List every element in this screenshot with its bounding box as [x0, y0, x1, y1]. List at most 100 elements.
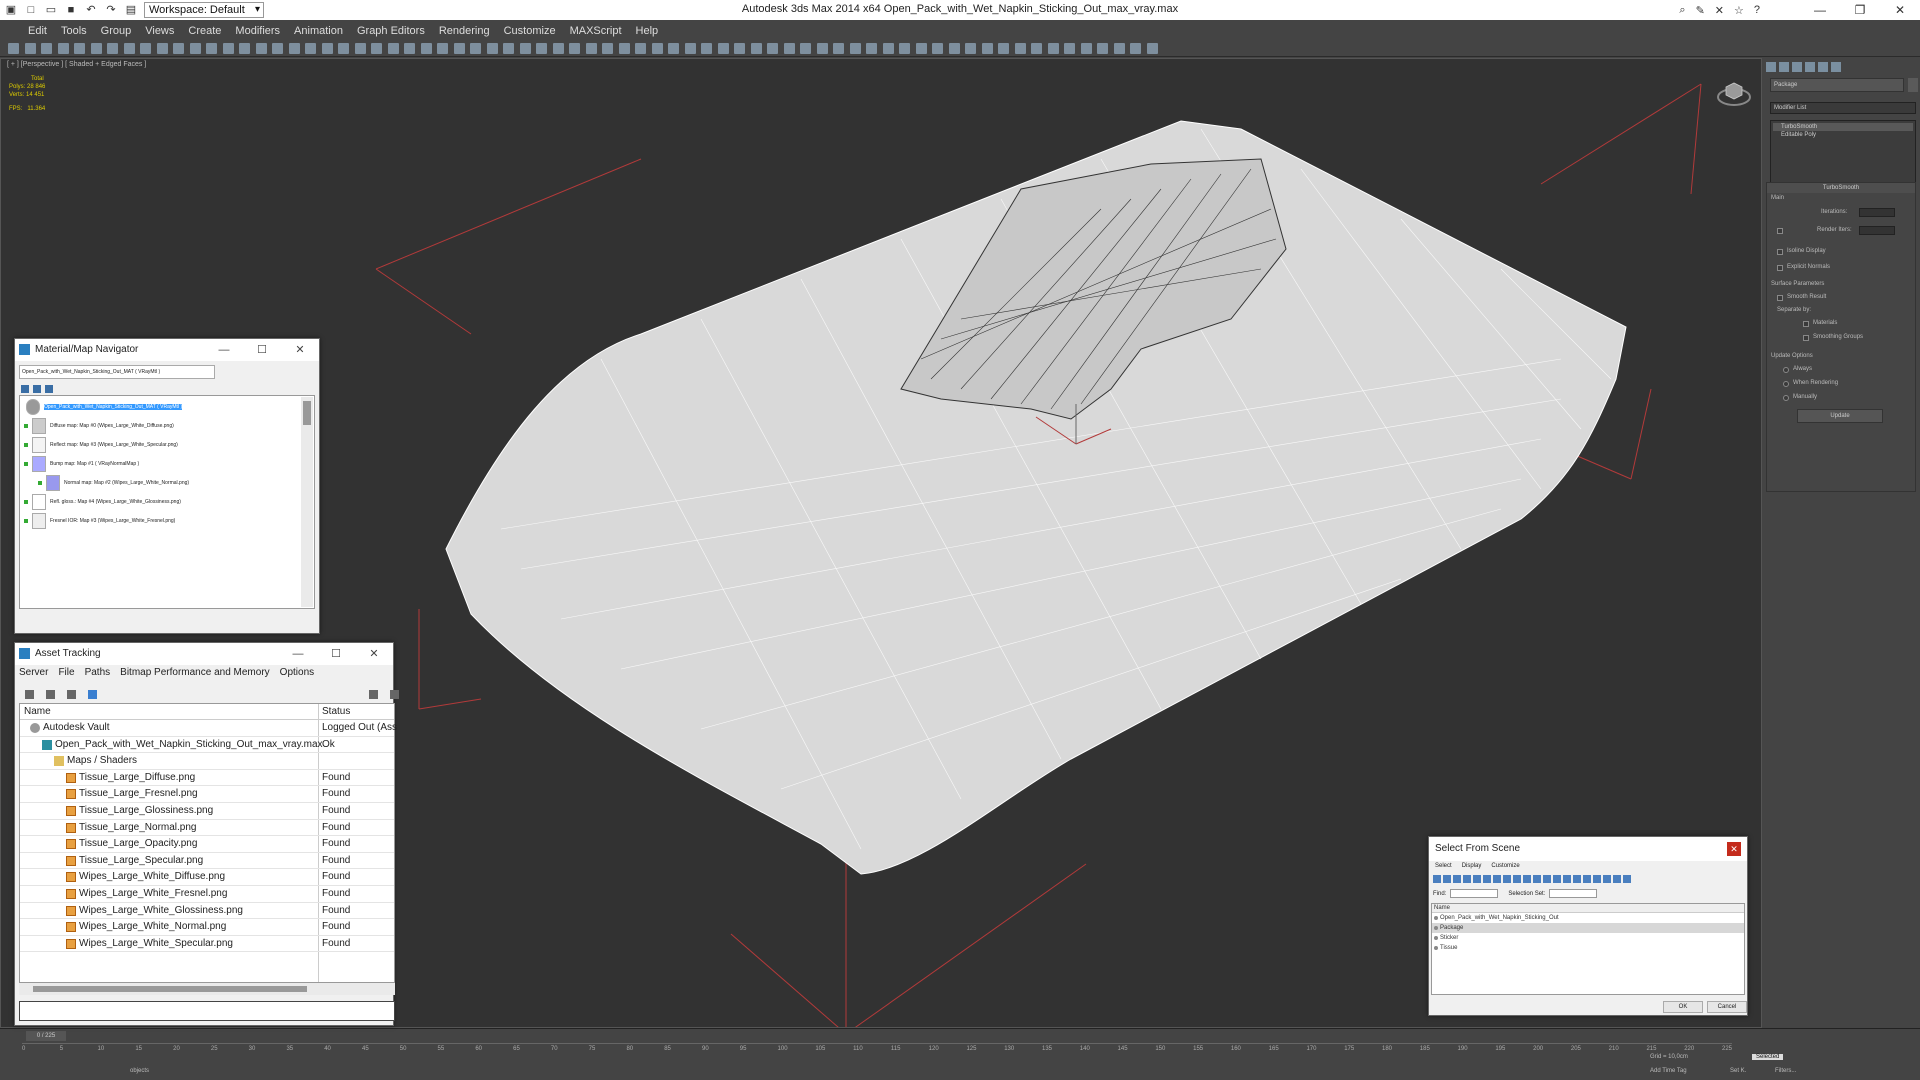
menu-group[interactable]: Group [101, 25, 132, 37]
scene-object-list[interactable]: Name Open_Pack_with_Wet_Napkin_Sticking_… [1431, 903, 1745, 995]
help-icon[interactable]: ? [1754, 4, 1760, 16]
toolbar-tool-icon[interactable] [371, 43, 382, 54]
toolbar-tool-icon[interactable] [1146, 43, 1158, 54]
tree-view-icon[interactable] [88, 689, 97, 699]
select-menu-customize[interactable]: Customize [1491, 863, 1519, 869]
toolbar-tool-icon[interactable] [882, 43, 894, 54]
select-filter-icon[interactable] [1583, 875, 1591, 883]
restore-button[interactable]: ❐ [1840, 3, 1880, 17]
object-color-swatch[interactable] [1908, 78, 1918, 92]
tools-icon[interactable]: ✎ [1696, 4, 1705, 17]
toolbar-tool-icon[interactable] [899, 43, 910, 54]
toolbar-tool-icon[interactable] [849, 43, 861, 54]
toolbar-tool-icon[interactable] [701, 43, 712, 54]
select-filter-icon[interactable] [1443, 875, 1451, 883]
tree-item-diffuse[interactable]: Diffuse map: Map #0 (Wipes_Large_White_D… [24, 417, 174, 435]
toolbar-tool-icon[interactable] [503, 43, 514, 54]
select-filter-icon[interactable] [1563, 875, 1571, 883]
toolbar-tool-icon[interactable] [321, 43, 333, 54]
materials-checkbox[interactable] [1803, 321, 1809, 327]
toolbar-tool-icon[interactable] [288, 43, 300, 54]
app-menu-icon[interactable]: ▣ [4, 3, 18, 17]
menu-create[interactable]: Create [188, 25, 221, 37]
navigator-maximize-button[interactable]: ☐ [243, 339, 281, 361]
modifier-stack[interactable]: TurboSmooth Editable Poly [1770, 120, 1916, 184]
smoothing-groups-checkbox[interactable] [1803, 335, 1809, 341]
asset-path-field[interactable] [19, 1001, 395, 1021]
utilities-tab-icon[interactable] [1831, 62, 1841, 72]
scrollbar-thumb[interactable] [303, 401, 311, 425]
select-filter-icon[interactable] [1603, 875, 1611, 883]
tree-item-reflect[interactable]: Reflect map: Map #3 (Wipes_Large_White_S… [24, 436, 178, 454]
toolbar-tool-icon[interactable] [1014, 43, 1026, 54]
render-iters-checkbox[interactable] [1777, 228, 1783, 234]
toolbar-tool-icon[interactable] [140, 43, 151, 54]
material-tree[interactable]: Open_Pack_with_Wet_Napkin_Sticking_Out_M… [19, 395, 315, 609]
toolbar-tool-icon[interactable] [552, 43, 564, 54]
modify-tab-icon[interactable] [1779, 62, 1789, 72]
toolbar-tool-icon[interactable] [90, 43, 102, 54]
toolbar-tool-icon[interactable] [354, 43, 366, 54]
toolbar-tool-icon[interactable] [800, 43, 811, 54]
toolbar-tool-icon[interactable] [1080, 43, 1092, 54]
track-bar[interactable]: 0 5 10 15 20 25 30 35 40 45 50 55 60 65 70 75 80 85 90 95 10… [22, 1043, 1732, 1057]
object-name-field[interactable]: Package [1770, 78, 1904, 92]
toolbar-tool-icon[interactable] [1130, 43, 1141, 54]
settings-icon[interactable] [390, 689, 399, 699]
select-filter-icon[interactable] [1473, 875, 1481, 883]
toolbar-tool-icon[interactable] [305, 43, 316, 54]
find-input[interactable] [1450, 889, 1499, 898]
help-icon[interactable] [369, 689, 378, 699]
select-menu-select[interactable]: Select [1435, 863, 1452, 869]
scrollbar-thumb[interactable] [33, 986, 307, 992]
asset-row[interactable]: Wipes_Large_White_Diffuse.png Found [20, 869, 394, 886]
select-filter-icon[interactable] [1433, 875, 1441, 883]
menu-maxscript[interactable]: MAXScript [570, 25, 622, 37]
menu-animation[interactable]: Animation [294, 25, 343, 37]
toolbar-tool-icon[interactable] [338, 43, 349, 54]
infocenter-binoculars-icon[interactable]: ⌕ [1679, 4, 1685, 17]
turbosmooth-rollout-header[interactable]: TurboSmooth [1767, 183, 1915, 193]
toolbar-tool-icon[interactable] [272, 43, 283, 54]
smooth-result-checkbox[interactable] [1777, 295, 1783, 301]
toolbar-tool-icon[interactable] [404, 43, 415, 54]
list-item[interactable]: Package [1432, 923, 1744, 933]
menu-tools[interactable]: Tools [61, 25, 87, 37]
select-filter-icon[interactable] [1533, 875, 1541, 883]
time-slider[interactable]: 0 / 225 [26, 1031, 66, 1041]
select-filter-icon[interactable] [1593, 875, 1601, 883]
asset-menu-server[interactable]: Server [19, 667, 48, 678]
select-filter-icon[interactable] [1493, 875, 1501, 883]
select-filter-icon[interactable] [1613, 875, 1621, 883]
toolbar-tool-icon[interactable] [767, 43, 778, 54]
menu-rendering[interactable]: Rendering [439, 25, 490, 37]
display-tab-icon[interactable] [1818, 62, 1828, 72]
toolbar-tool-icon[interactable] [453, 43, 465, 54]
menu-views[interactable]: Views [145, 25, 174, 37]
toolbar-tool-icon[interactable] [107, 43, 118, 54]
tree-item-material[interactable]: Open_Pack_with_Wet_Napkin_Sticking_Out_M… [26, 398, 183, 416]
toolbar-tool-icon[interactable] [717, 43, 729, 54]
toolbar-tool-icon[interactable] [156, 43, 168, 54]
workspace-dropdown[interactable]: Workspace: Default [144, 2, 264, 18]
toolbar-tool-icon[interactable] [8, 43, 19, 54]
select-filter-icon[interactable] [1553, 875, 1561, 883]
toolbar-tool-icon[interactable] [123, 43, 135, 54]
tree-item-normal[interactable]: Normal map: Map #2 (Wipes_Large_White_No… [38, 474, 189, 492]
save-icon[interactable]: ■ [64, 3, 78, 17]
toolbar-tool-icon[interactable] [1113, 43, 1125, 54]
asset-row[interactable]: Tissue_Large_Fresnel.png Found [20, 786, 394, 803]
toolbar-tool-icon[interactable] [1064, 43, 1075, 54]
toolbar-tool-icon[interactable] [635, 43, 646, 54]
asset-menu-paths[interactable]: Paths [85, 667, 111, 678]
key-filter-dropdown[interactable]: Selected [1752, 1054, 1784, 1060]
toolbar-tool-icon[interactable] [816, 43, 828, 54]
menu-customize[interactable]: Customize [504, 25, 556, 37]
asset-row[interactable]: Tissue_Large_Specular.png Found [20, 853, 394, 870]
navigator-minimize-button[interactable]: — [205, 339, 243, 361]
checkin-icon[interactable] [67, 689, 76, 699]
viewcube-icon[interactable] [1717, 77, 1751, 111]
asset-minimize-button[interactable]: — [279, 643, 317, 665]
favorites-star-icon[interactable]: ☆ [1734, 4, 1744, 17]
asset-row[interactable]: Tissue_Large_Opacity.png Found [20, 836, 394, 853]
